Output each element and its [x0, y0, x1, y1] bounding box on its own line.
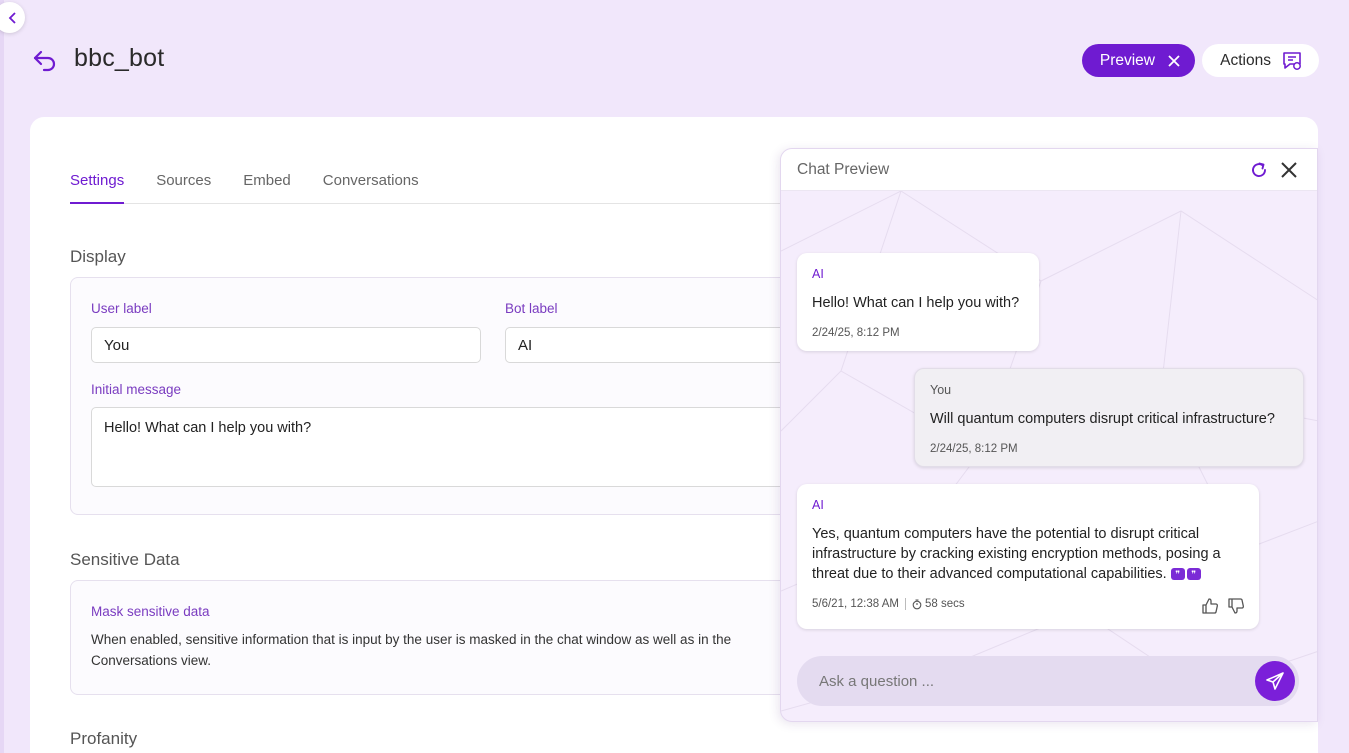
- collapse-sidebar-button[interactable]: [0, 2, 25, 33]
- tab-settings[interactable]: Settings: [70, 172, 125, 204]
- divider: [904, 598, 906, 610]
- close-chat-icon[interactable]: [1279, 160, 1299, 185]
- message-timestamp: 2/24/25, 8:12 PM: [812, 327, 900, 339]
- page-header: bbc_bot Preview Actions: [30, 40, 1319, 80]
- source-quote-icon[interactable]: ❞: [1186, 568, 1201, 581]
- refresh-icon[interactable]: [1249, 160, 1269, 185]
- sensitive-data-section-title: Sensitive Data: [70, 550, 180, 569]
- mask-sensitive-caption: Mask sensitive data: [91, 604, 210, 619]
- message-meta: 5/6/21, 12:38 AM 58 secs: [812, 598, 1244, 610]
- message-text: Will quantum computers disrupt critical …: [930, 411, 1275, 427]
- chat-settings-icon: [1283, 51, 1301, 70]
- back-icon[interactable]: [32, 48, 58, 72]
- message-timestamp: 2/24/25, 8:12 PM: [930, 443, 1018, 455]
- message-sender: You: [930, 383, 952, 397]
- tab-conversations[interactable]: Conversations: [323, 172, 419, 204]
- preview-label: Preview: [1099, 51, 1155, 69]
- message-text: Yes, quantum computers have the potentia…: [812, 524, 1244, 584]
- thumbs-up-icon[interactable]: [1201, 597, 1219, 615]
- source-quote-icon[interactable]: ❞: [1170, 568, 1185, 581]
- chat-message-ai: AI Yes, quantum computers have the poten…: [797, 484, 1259, 629]
- display-section-title: Display: [70, 247, 126, 266]
- actions-label: Actions: [1220, 51, 1271, 69]
- user-label-caption: User label: [91, 301, 152, 316]
- send-icon: [1266, 672, 1284, 690]
- chat-preview-panel: Chat Preview AI Hello! What can I help y…: [780, 148, 1318, 722]
- preview-button[interactable]: Preview: [1081, 44, 1195, 77]
- tab-embed[interactable]: Embed: [243, 172, 291, 204]
- close-icon: [1168, 54, 1180, 67]
- message-timestamp: 5/6/21, 12:38 AM: [812, 598, 899, 610]
- chevron-left-icon: [8, 11, 16, 24]
- profanity-section-title: Profanity: [70, 729, 138, 748]
- chat-question-input[interactable]: Ask a question ...: [797, 656, 1299, 706]
- message-text: Hello! What can I help you with?: [812, 295, 1020, 311]
- mask-sensitive-description: When enabled, sensitive information that…: [91, 632, 732, 668]
- initial-message-textarea[interactable]: Hello! What can I help you with?: [91, 407, 835, 487]
- sidebar-edge: [0, 0, 4, 753]
- display-panel: User label You Bot label AI Initial mess…: [70, 277, 850, 515]
- message-sender: AI: [812, 498, 824, 512]
- tab-bar: Settings Sources Embed Conversations: [70, 172, 830, 204]
- initial-message-caption: Initial message: [91, 382, 182, 397]
- page-title: bbc_bot: [74, 44, 165, 72]
- message-sender: AI: [812, 267, 824, 281]
- tab-sources[interactable]: Sources: [156, 172, 211, 204]
- thumbs-down-icon[interactable]: [1227, 597, 1245, 615]
- user-label-input[interactable]: You: [91, 327, 481, 363]
- response-duration: 58 secs: [924, 598, 965, 610]
- send-button[interactable]: [1255, 661, 1295, 701]
- bot-label-caption: Bot label: [505, 301, 558, 316]
- feedback-buttons: [1201, 597, 1245, 615]
- chat-input-placeholder: Ask a question ...: [819, 673, 935, 690]
- timer-icon: [912, 598, 922, 609]
- message-text-content: Yes, quantum computers have the potentia…: [812, 526, 1221, 582]
- actions-button[interactable]: Actions: [1202, 44, 1319, 77]
- chat-preview-title: Chat Preview: [797, 161, 890, 178]
- chat-message-ai: AI Hello! What can I help you with? 2/24…: [797, 253, 1039, 351]
- chat-preview-header: Chat Preview: [781, 149, 1317, 191]
- chat-message-user: You Will quantum computers disrupt criti…: [914, 368, 1304, 467]
- sensitive-data-panel: Mask sensitive data When enabled, sensit…: [70, 580, 850, 695]
